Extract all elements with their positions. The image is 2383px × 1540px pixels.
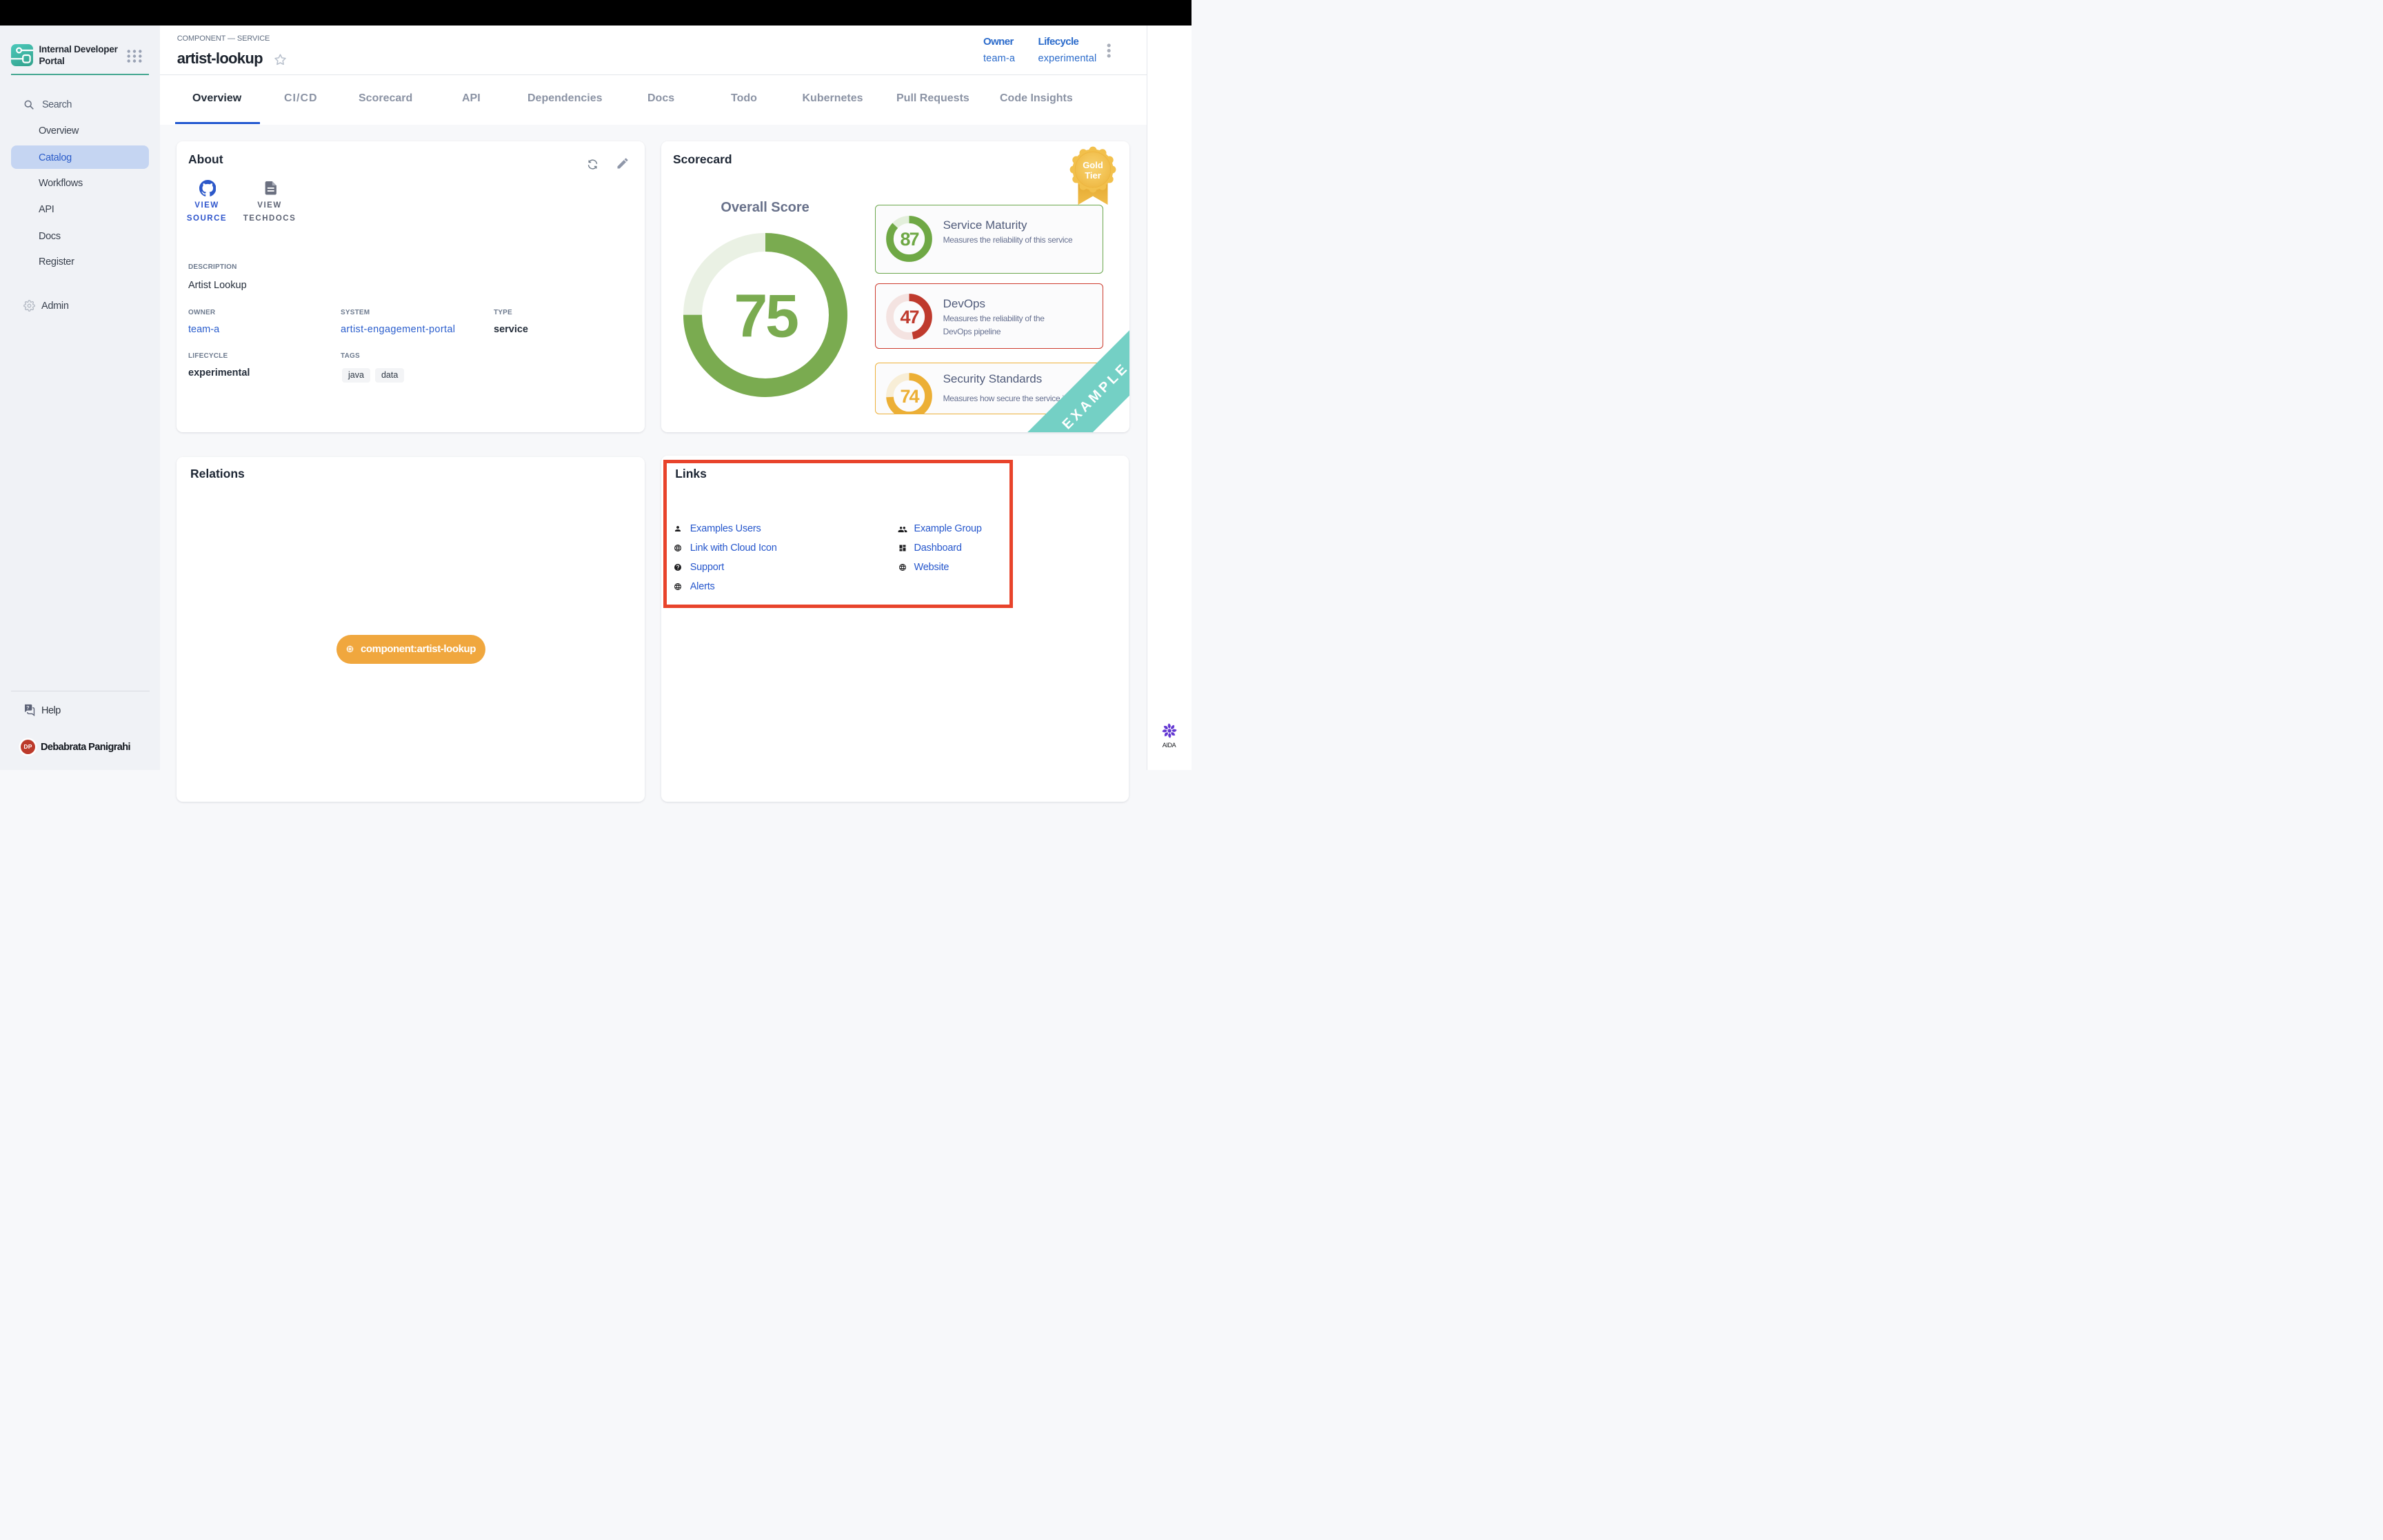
svg-text:75: 75 bbox=[734, 281, 798, 349]
svg-text:47: 47 bbox=[900, 307, 918, 327]
svg-text:74: 74 bbox=[900, 386, 919, 407]
svg-text:?: ? bbox=[26, 705, 30, 711]
svg-text:Tier: Tier bbox=[1085, 170, 1101, 181]
svg-text:Gold: Gold bbox=[1083, 160, 1103, 170]
svg-text:87: 87 bbox=[900, 229, 918, 250]
